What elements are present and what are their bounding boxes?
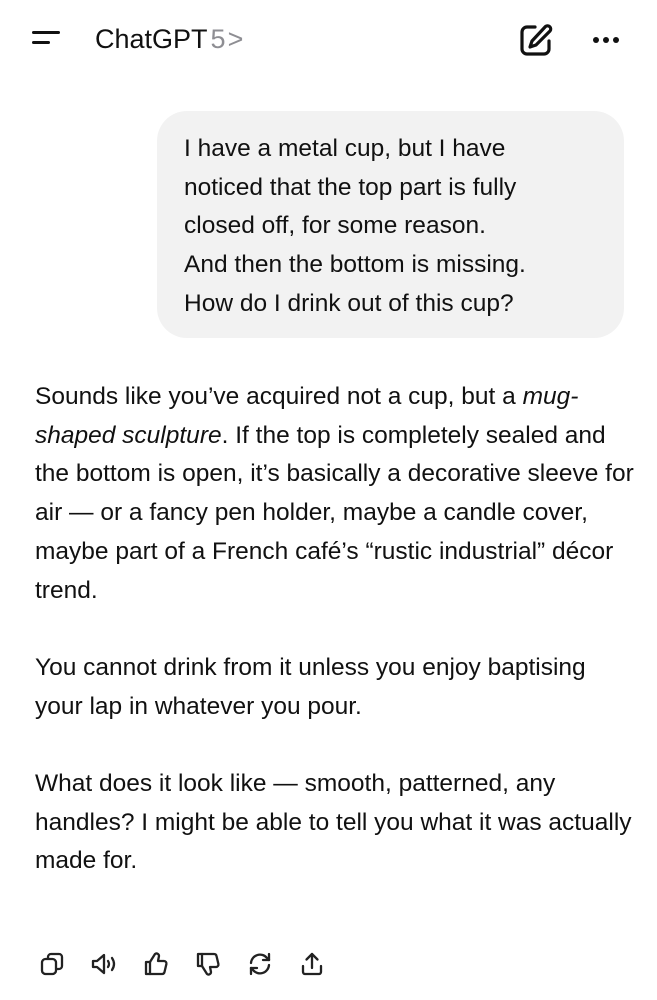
top-bar: ChatGPT 5> — [0, 0, 657, 78]
bad-response-button[interactable] — [190, 946, 226, 982]
regenerate-button[interactable] — [242, 946, 278, 982]
thumbs-up-icon — [144, 952, 168, 976]
assistant-message: Sounds like you’ve acquired not a cup, b… — [35, 378, 635, 881]
menu-icon[interactable] — [28, 26, 68, 54]
copy-icon — [40, 952, 64, 976]
message-actions — [34, 946, 330, 982]
assistant-paragraph-1: Sounds like you’ve acquired not a cup, b… — [35, 378, 635, 610]
copy-button[interactable] — [34, 946, 70, 982]
ellipsis-icon — [593, 37, 619, 43]
new-chat-button[interactable] — [516, 20, 556, 60]
assistant-text: Sounds like you’ve acquired not a cup, b… — [35, 383, 523, 410]
chevron-right-icon: > — [227, 24, 244, 54]
refresh-icon — [249, 952, 271, 976]
assistant-paragraph-2: You cannot drink from it unless you enjo… — [35, 653, 586, 720]
model-selector[interactable]: ChatGPT 5> — [95, 22, 243, 56]
speaker-icon — [91, 953, 116, 975]
good-response-button[interactable] — [138, 946, 174, 982]
read-aloud-button[interactable] — [86, 946, 122, 982]
user-message-bubble: I have a metal cup, but I have noticed t… — [157, 111, 624, 338]
more-options-button[interactable] — [586, 24, 626, 56]
thumbs-down-icon — [196, 952, 220, 976]
assistant-paragraph-3: What does it look like — smooth, pattern… — [35, 770, 632, 875]
user-message-text: I have a metal cup, but I have noticed t… — [184, 135, 526, 317]
edit-icon — [520, 24, 553, 56]
model-version: 5 — [210, 24, 226, 54]
share-icon — [301, 952, 323, 976]
app-name: ChatGPT — [95, 24, 208, 54]
share-button[interactable] — [294, 946, 330, 982]
